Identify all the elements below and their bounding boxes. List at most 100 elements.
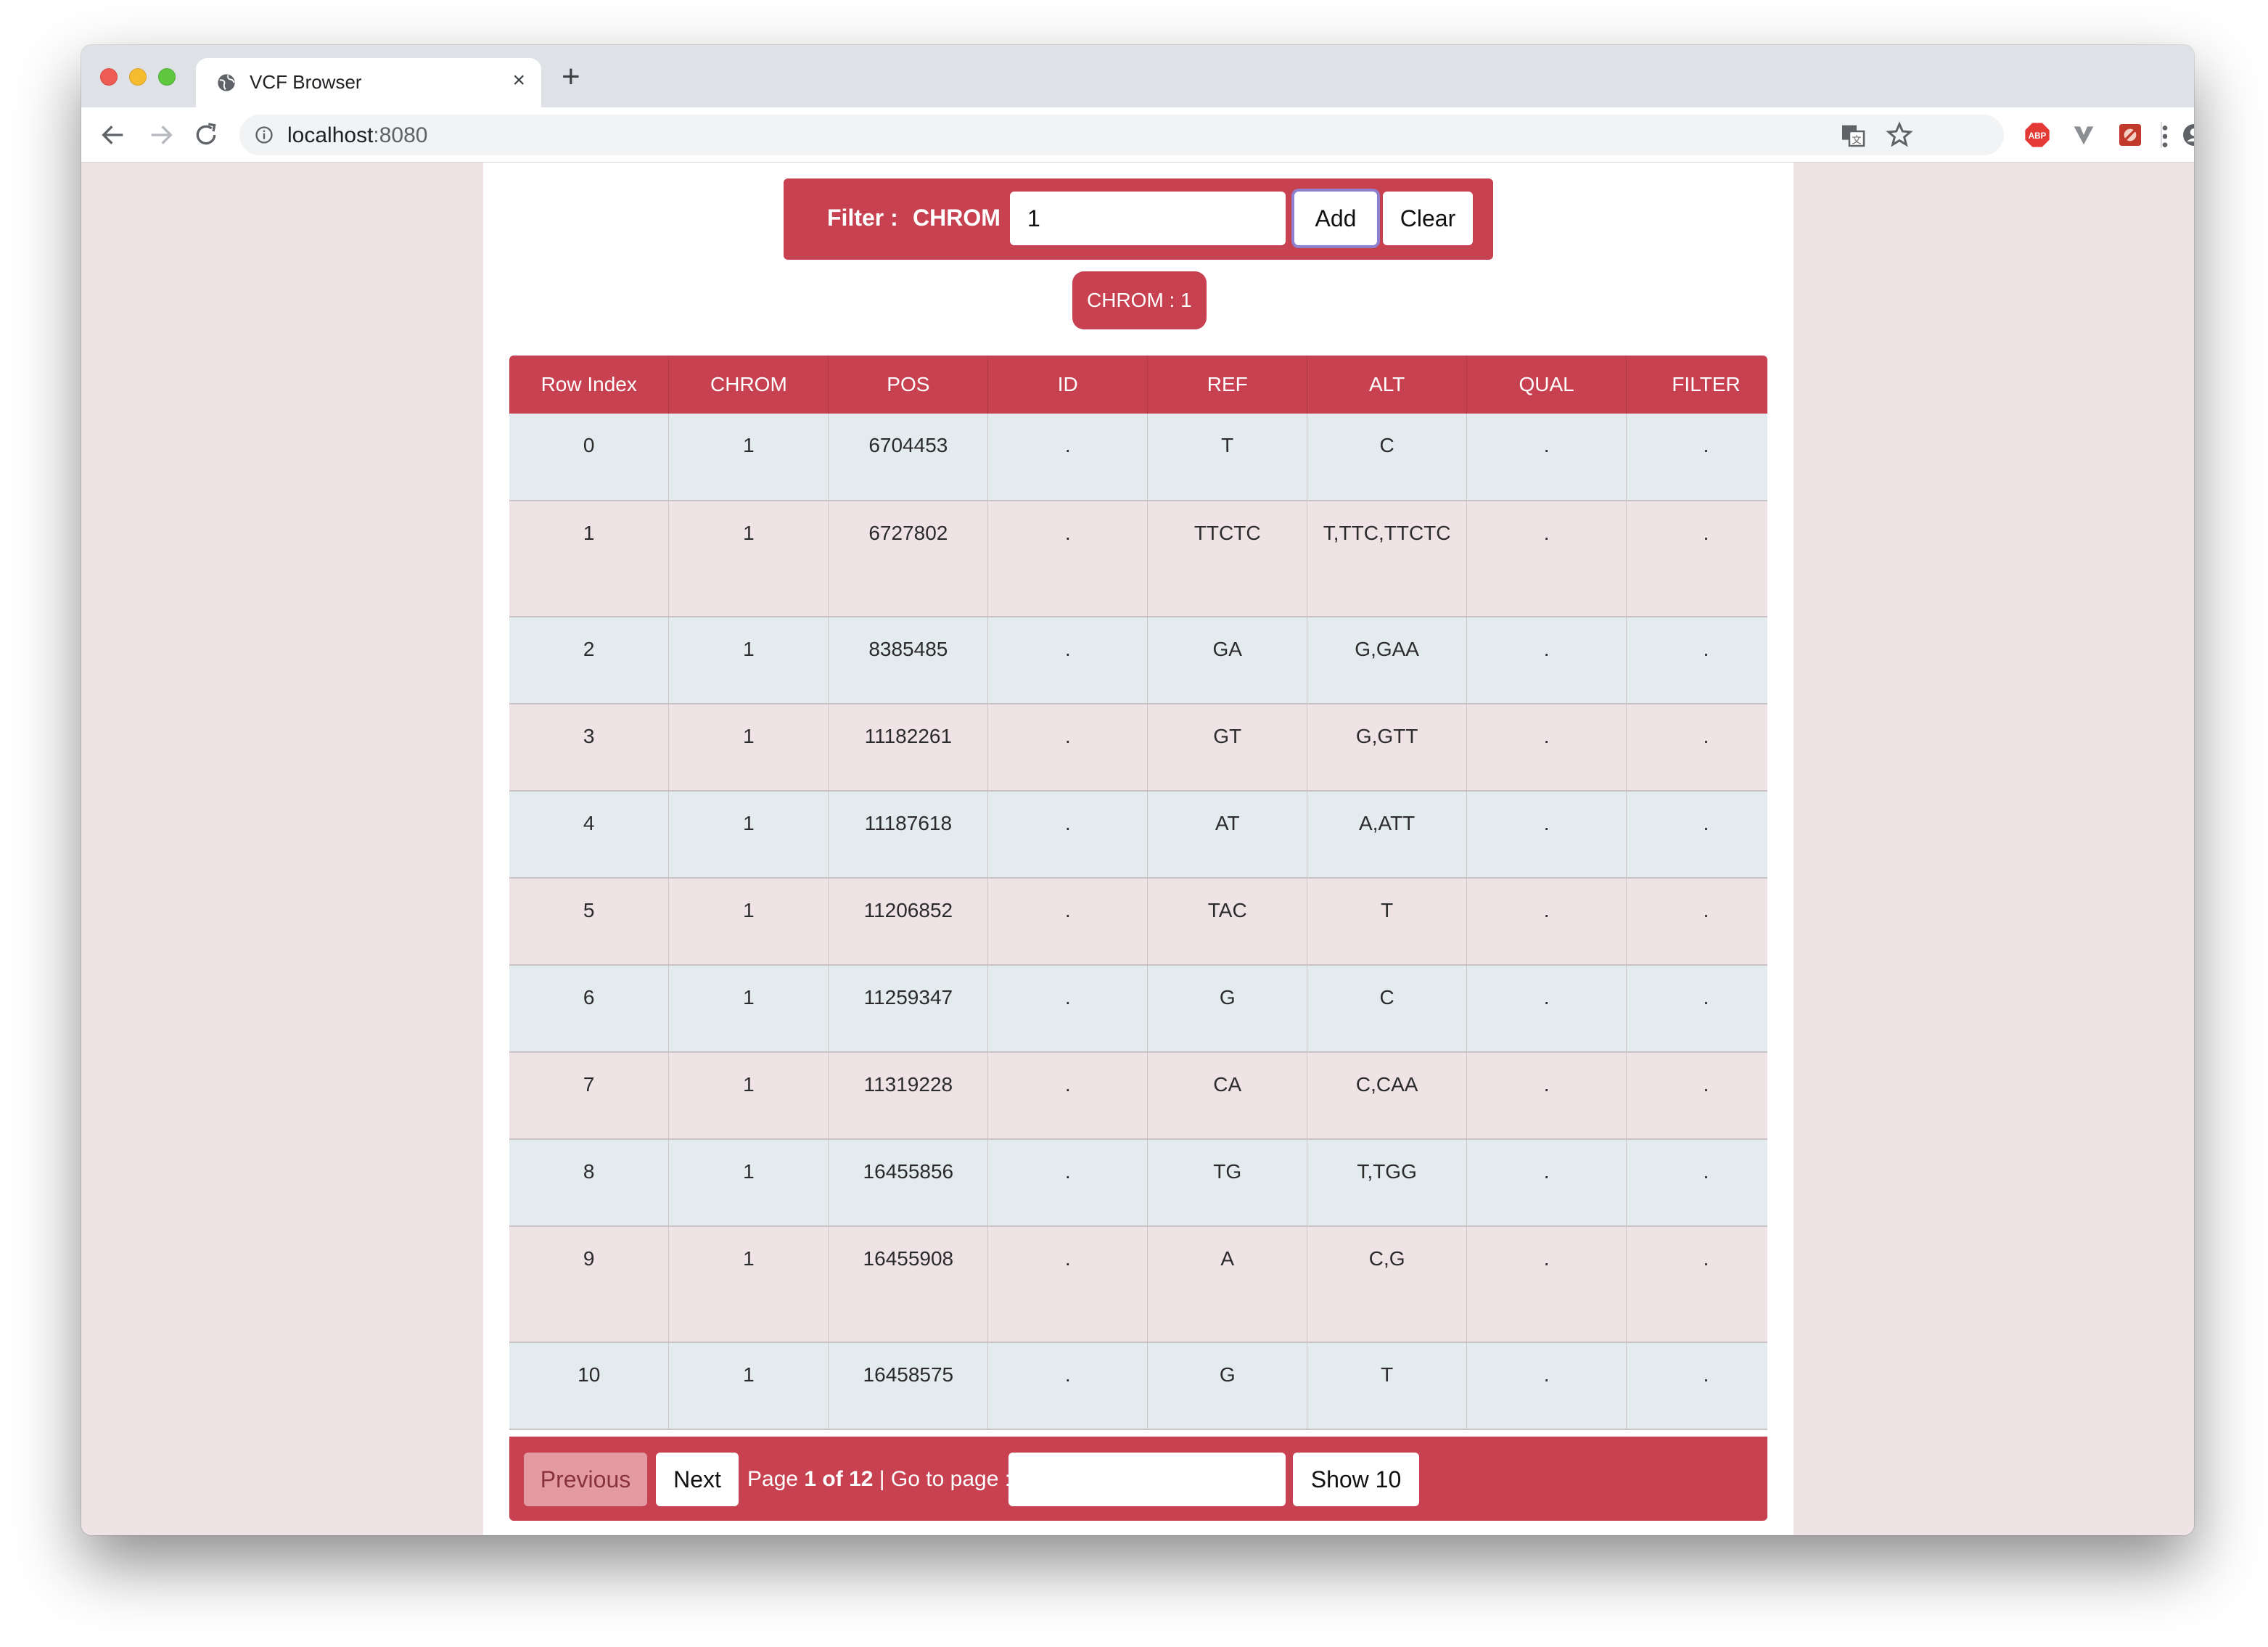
cell-ref: AT (1147, 791, 1308, 879)
adblock-icon[interactable]: ABP (2023, 120, 2052, 149)
header-row-index[interactable]: Row Index (509, 356, 670, 414)
tab-close-icon[interactable]: × (512, 68, 525, 93)
cell-ref: G (1147, 965, 1308, 1053)
page-size-select[interactable]: Show 10 (1293, 1453, 1419, 1506)
cell-filter: . (1626, 617, 1767, 705)
reload-icon[interactable] (192, 120, 221, 149)
filter-field-name[interactable]: CHROM (913, 205, 1001, 231)
table-row[interactable]: 9116455908.AC,G..DP=2940 (509, 1226, 1767, 1343)
new-tab-button[interactable]: + (562, 61, 580, 93)
cell-chrom: 1 (668, 965, 829, 1053)
header-alt[interactable]: ALT (1307, 356, 1468, 414)
url-port: :8080 (373, 123, 428, 147)
cell-idx: 1 (509, 501, 670, 617)
cell-qual: . (1466, 1052, 1627, 1140)
vivaldi-icon[interactable] (2069, 120, 2098, 149)
cell-pos: 11206852 (828, 878, 989, 966)
table-row[interactable]: 6111259347.GC..DP=354 (509, 965, 1767, 1053)
header-pos[interactable]: POS (828, 356, 989, 414)
minimize-window-button[interactable] (129, 68, 147, 86)
clear-filter-button[interactable]: Clear (1383, 192, 1473, 245)
translate-icon[interactable]: 文 (1838, 120, 1868, 149)
main-content: Filter : CHROM Add Clear CHROM : 1 Row I… (483, 163, 1794, 1535)
filter-label: Filter : (827, 205, 898, 231)
cell-filter: . (1626, 965, 1767, 1053)
goto-page-input[interactable] (1008, 1453, 1286, 1506)
back-icon[interactable] (99, 120, 128, 149)
cell-ref: GA (1147, 617, 1308, 705)
maximize-window-button[interactable] (158, 68, 176, 86)
header-ref[interactable]: REF (1147, 356, 1308, 414)
profile-icon[interactable] (2181, 120, 2194, 149)
cell-pos: 16458575 (828, 1342, 989, 1430)
cell-id: . (987, 1226, 1149, 1343)
table-row[interactable]: 016704453.TC..DP=1500 (509, 414, 1767, 501)
header-qual[interactable]: QUAL (1466, 356, 1627, 414)
cell-alt: T,TGG (1307, 1139, 1468, 1227)
cell-filter: . (1626, 1052, 1767, 1140)
table-row[interactable]: 116727802.TTCTCT,TTC,TTCTC..DP=33506;RP (509, 501, 1767, 617)
cell-alt: T,TTC,TTCTC (1307, 501, 1468, 617)
svg-text:文: 文 (1852, 135, 1861, 147)
cell-pos: 11187618 (828, 791, 989, 879)
cell-alt: G,GAA (1307, 617, 1468, 705)
info-icon[interactable] (254, 125, 274, 145)
cell-idx: 6 (509, 965, 670, 1053)
forward-icon[interactable] (147, 120, 176, 149)
cell-qual: . (1466, 704, 1627, 792)
filter-value-input[interactable] (1010, 192, 1286, 245)
cell-chrom: 1 (668, 1139, 829, 1227)
menu-icon[interactable] (2150, 122, 2179, 151)
cell-qual: . (1466, 878, 1627, 966)
table-row[interactable]: 4111187618.ATA,ATT..DP=35706,1.0 (509, 791, 1767, 879)
cell-qual: . (1466, 1342, 1627, 1430)
cell-alt: T (1307, 878, 1468, 966)
previous-page-button[interactable]: Previous (524, 1453, 647, 1506)
browser-toolbar: localhost:8080 文 ABP (81, 107, 2194, 163)
cell-id: . (987, 1139, 1149, 1227)
vcf-table: Row Index CHROM POS ID REF ALT QUAL FILT… (509, 356, 1767, 1430)
header-chrom[interactable]: CHROM (668, 356, 829, 414)
close-window-button[interactable] (100, 68, 118, 86)
add-filter-button[interactable]: Add (1294, 192, 1377, 245)
cell-id: . (987, 1342, 1149, 1430)
cell-pos: 16455908 (828, 1226, 989, 1343)
cell-filter: . (1626, 704, 1767, 792)
header-id[interactable]: ID (987, 356, 1149, 414)
cell-idx: 2 (509, 617, 670, 705)
page-prefix: Page (747, 1467, 805, 1491)
active-filter-chip[interactable]: CHROM : 1 (1072, 271, 1207, 329)
table-row[interactable]: 10116458575.GT..DP=467 (509, 1342, 1767, 1430)
header-filter[interactable]: FILTER (1626, 356, 1767, 414)
table-row[interactable]: 8116455856.TGT,TGG..DP=190306,1.00 (509, 1139, 1767, 1227)
table-row[interactable]: 3111182261.GTG,GTT..DP=126306,1.00 (509, 704, 1767, 792)
browser-tab[interactable]: VCF Browser × (196, 58, 541, 107)
vcf-table-container[interactable]: Row Index CHROM POS ID REF ALT QUAL FILT… (509, 356, 1767, 1521)
adblock-label: ABP (2029, 131, 2047, 141)
page-info: Page 1 of 12 | Go to page : (747, 1467, 1011, 1492)
cell-pos: 11259347 (828, 965, 989, 1053)
cell-ref: G (1147, 1342, 1308, 1430)
cell-idx: 5 (509, 878, 670, 966)
extension-icon[interactable] (2116, 120, 2145, 149)
cell-alt: C,G (1307, 1226, 1468, 1343)
cell-filter: . (1626, 414, 1767, 501)
table-row[interactable]: 218385485.GAG,GAA..DP=54206,1.00 (509, 617, 1767, 705)
cell-chrom: 1 (668, 1052, 829, 1140)
next-page-button[interactable]: Next (656, 1453, 739, 1506)
cell-chrom: 1 (668, 617, 829, 705)
cell-id: . (987, 878, 1149, 966)
cell-id: . (987, 414, 1149, 501)
address-bar[interactable]: localhost:8080 文 (239, 115, 2004, 155)
cell-chrom: 1 (668, 878, 829, 966)
cell-qual: . (1466, 501, 1627, 617)
cell-ref: GT (1147, 704, 1308, 792)
table-row[interactable]: 7111319228.CAC,CAA..DP=77606,1.0 (509, 1052, 1767, 1140)
table-row[interactable]: 5111206852.TACT..DP=2101;POP (509, 878, 1767, 966)
cell-id: . (987, 965, 1149, 1053)
cell-chrom: 1 (668, 704, 829, 792)
star-icon[interactable] (1885, 120, 1914, 149)
cell-filter: . (1626, 1342, 1767, 1430)
globe-icon (218, 74, 235, 91)
cell-chrom: 1 (668, 791, 829, 879)
